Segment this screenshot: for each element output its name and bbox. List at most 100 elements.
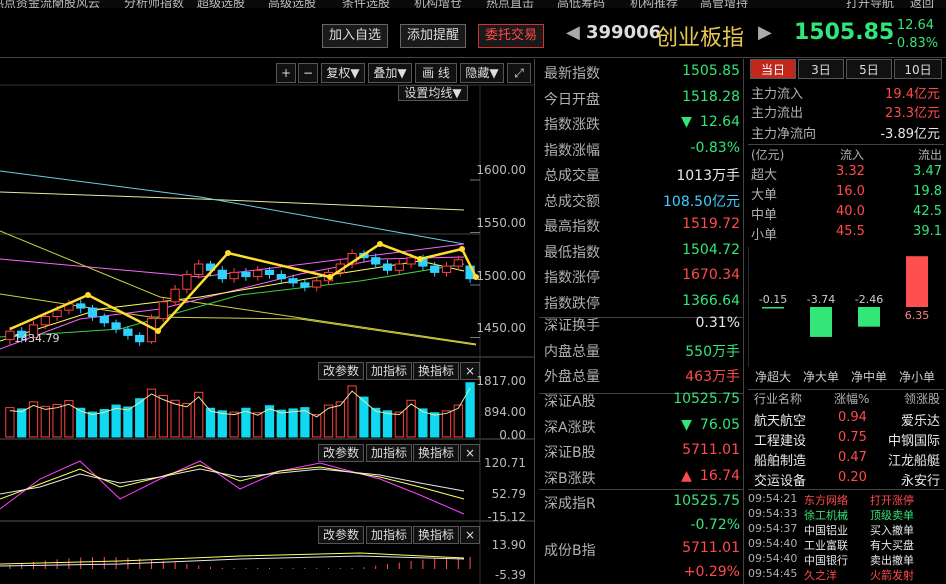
kdj-params-button[interactable]: 改参数	[318, 444, 365, 462]
candle-body[interactable]	[264, 269, 275, 276]
candle-body[interactable]	[170, 288, 180, 303]
candle-body[interactable]	[217, 269, 227, 280]
news-stock[interactable]: 工业富联	[804, 537, 848, 553]
fund-flow-panel: 当日 3日 5日 10日 主力流入 19.4亿元 主力流出 23.3亿元 主力净…	[748, 59, 946, 584]
add-watchlist-button[interactable]: 加入自选	[322, 24, 389, 48]
main-outflow-row: 主力流出 23.3亿元	[750, 102, 942, 122]
candle-body[interactable]	[371, 257, 381, 265]
news-stock[interactable]: 中国铝业	[804, 522, 848, 538]
candle-body[interactable]	[300, 282, 310, 288]
candle-body[interactable]	[394, 263, 404, 271]
industry-lead[interactable]: 中钢国际	[888, 430, 940, 449]
menu-item-recommend[interactable]: 机构推荐	[630, 0, 678, 8]
industry-row[interactable]: 交运设备 0.20 永安行	[748, 470, 946, 490]
vol-params-button[interactable]: 改参数	[318, 362, 365, 380]
menu-item-stock[interactable]: 个股风云	[52, 0, 100, 8]
industry-lead[interactable]: 江龙船艇	[888, 450, 940, 469]
industry-name[interactable]: 工程建设	[754, 430, 806, 449]
quote-label: 最低指数	[544, 244, 600, 261]
quote-label: 深A涨跌	[544, 419, 596, 436]
tab-5day[interactable]: 5日	[846, 59, 892, 79]
menu-item-analyst[interactable]: 分析师指数	[124, 0, 184, 8]
news-stock[interactable]: 久之洋	[804, 567, 837, 583]
flow-row: 大单 16.0 19.8	[748, 184, 946, 204]
menu-item-advanced[interactable]: 高级选股	[268, 0, 316, 8]
menu-item-exec[interactable]: 高管增持	[700, 0, 748, 8]
kline-svg[interactable]	[0, 59, 535, 584]
macd-add-indicator-button[interactable]: 加指标	[366, 526, 413, 544]
flow-row: 中单 40.0 42.5	[748, 204, 946, 224]
kdj-tick-min: -15.12	[487, 510, 526, 524]
candle-body[interactable]	[135, 334, 145, 343]
next-stock-icon[interactable]: ▶	[758, 22, 772, 43]
candle-body[interactable]	[5, 330, 15, 341]
main-inflow-row: 主力流入 19.4亿元	[750, 83, 942, 103]
candle-body[interactable]	[382, 263, 393, 271]
kdj-add-indicator-button[interactable]: 加指标	[366, 444, 413, 462]
industry-name[interactable]: 船舶制造	[754, 450, 806, 469]
tab-10day[interactable]: 10日	[894, 59, 942, 79]
menu-item-inst[interactable]: 机构增仓	[414, 0, 462, 8]
candle-body[interactable]	[40, 316, 50, 326]
kdj-close-icon[interactable]: ×	[460, 444, 481, 462]
vol-swap-indicator-button[interactable]: 换指标	[413, 362, 460, 380]
vol-add-indicator-button[interactable]: 加指标	[366, 362, 413, 380]
candle-body[interactable]	[253, 269, 263, 278]
candle-body[interactable]	[453, 259, 463, 267]
macd-swap-indicator-button[interactable]: 换指标	[413, 526, 460, 544]
industry-row[interactable]: 工程建设 0.75 中钢国际	[748, 430, 946, 450]
candle-body[interactable]	[158, 301, 168, 320]
menu-item-nav[interactable]: 打开导航	[846, 0, 894, 8]
news-stock[interactable]: 徐工机械	[804, 507, 848, 523]
candle-body[interactable]	[87, 307, 98, 318]
news-stock[interactable]: 东方网络	[804, 492, 848, 508]
news-row[interactable]: 09:54:37 中国铝业 买入撤单	[748, 522, 946, 537]
quote-row: 指数涨幅 -0.83%	[539, 136, 744, 162]
quote-value: 0.31%	[696, 315, 740, 331]
news-row[interactable]: 09:54:40 中国银行 卖出撤单	[748, 552, 946, 567]
prev-stock-icon[interactable]: ◀	[566, 22, 580, 43]
candle-body[interactable]	[76, 303, 86, 309]
candle-body[interactable]	[111, 322, 121, 330]
menu-item-super[interactable]: 超级选股	[197, 0, 245, 8]
candle-body[interactable]	[241, 271, 251, 278]
candle-body[interactable]	[430, 265, 440, 273]
industry-name[interactable]: 交运设备	[754, 470, 806, 489]
candle-body[interactable]	[406, 257, 416, 265]
trade-button[interactable]: 委托交易	[478, 24, 545, 48]
candle-body[interactable]	[441, 265, 452, 273]
tab-3day[interactable]: 3日	[798, 59, 844, 79]
news-row[interactable]: 09:54:45 久之洋 火箭发射	[748, 567, 946, 582]
menu-item-back[interactable]: 返回	[910, 0, 934, 8]
candle-body[interactable]	[276, 274, 286, 280]
news-row[interactable]: 09:54:40 工业富联 有大买盘	[748, 537, 946, 552]
industry-row[interactable]: 航天航空 0.94 爱乐达	[748, 410, 946, 430]
industry-lead[interactable]: 永安行	[901, 470, 940, 489]
candle-body[interactable]	[52, 309, 62, 317]
current-price: 1505.85	[794, 20, 895, 45]
candle-body[interactable]	[99, 316, 109, 324]
news-row[interactable]: 09:54:21 东方网络 打开涨停	[748, 492, 946, 507]
industry-row[interactable]: 船舶制造 0.47 江龙船艇	[748, 450, 946, 470]
news-stock[interactable]: 中国银行	[804, 552, 848, 568]
candle-body[interactable]	[312, 280, 322, 288]
macd-close-icon[interactable]: ×	[460, 526, 481, 544]
industry-lead[interactable]: 爱乐达	[901, 410, 940, 429]
add-alert-button[interactable]: 添加提醒	[400, 24, 467, 48]
menu-item-hot[interactable]: 热点直击	[486, 0, 534, 8]
news-row[interactable]: 09:54:33 徐工机械 顶级卖单	[748, 507, 946, 522]
kdj-swap-indicator-button[interactable]: 换指标	[413, 444, 460, 462]
candle-body[interactable]	[229, 271, 239, 280]
candle-body[interactable]	[182, 274, 192, 290]
volume-bar	[40, 405, 50, 438]
candle-body[interactable]	[194, 263, 204, 275]
industry-col-pct[interactable]: 涨幅%	[834, 390, 869, 407]
industry-name[interactable]: 航天航空	[754, 410, 806, 429]
tab-today[interactable]: 当日	[750, 59, 796, 79]
candle-body[interactable]	[288, 278, 298, 284]
menu-item-condition[interactable]: 条件选股	[342, 0, 390, 8]
flow-name: 小单	[751, 228, 778, 243]
candle-body[interactable]	[123, 328, 133, 336]
macd-params-button[interactable]: 改参数	[318, 526, 365, 544]
menu-item-chips[interactable]: 高低筹码	[557, 0, 605, 8]
